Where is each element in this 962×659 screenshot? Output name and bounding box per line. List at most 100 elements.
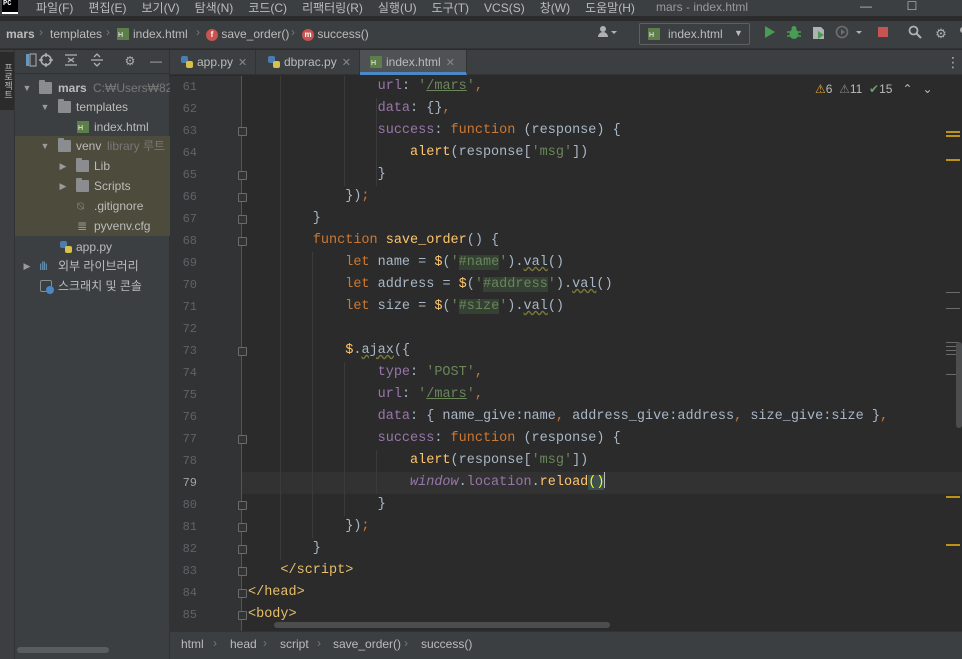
menu-help[interactable]: 도움말(H) xyxy=(585,0,635,16)
fold-marker-icon[interactable] xyxy=(238,193,247,202)
weak-warning-marker[interactable] xyxy=(946,292,960,293)
tree-item-gitignore[interactable]: ⍉ .gitignore xyxy=(15,196,170,216)
code-line: alert(response['msg']) xyxy=(410,453,589,468)
menu-navigate[interactable]: 탐색(N) xyxy=(195,0,234,16)
user-icon[interactable] xyxy=(594,25,620,43)
fold-marker-icon[interactable] xyxy=(238,501,247,510)
menu-bar: PC 파일(F) 편집(E) 보기(V) 탐색(N) 코드(C) 리팩터링(R)… xyxy=(0,0,962,16)
project-view-icon[interactable] xyxy=(23,53,39,69)
function-icon: f xyxy=(206,28,218,41)
menu-view[interactable]: 보기(V) xyxy=(141,0,179,16)
horizontal-scrollbar[interactable] xyxy=(17,647,109,653)
close-icon[interactable]: ✕ xyxy=(446,57,455,69)
breadcrumb-folder[interactable]: templates xyxy=(50,27,102,41)
breadcrumb-success[interactable]: success() xyxy=(421,637,472,651)
tab-app-py[interactable]: app.py ✕ xyxy=(170,50,256,75)
vertical-scrollbar-thumb[interactable] xyxy=(956,342,962,428)
breadcrumb-head[interactable]: head xyxy=(230,637,257,651)
tree-item-project-root[interactable]: ▼ mars C:₩Users₩821 xyxy=(15,78,170,98)
breadcrumb-function[interactable]: f save_order() xyxy=(206,27,289,41)
close-icon[interactable]: ✕ xyxy=(342,57,351,69)
maximize-button[interactable]: ☐ xyxy=(902,0,922,14)
breadcrumb-method[interactable]: m success() xyxy=(302,27,369,41)
more-tabs-icon[interactable]: ⋮ xyxy=(946,54,960,71)
settings-icon[interactable]: ⚙ xyxy=(932,25,950,43)
menu-refactor[interactable]: 리팩터링(R) xyxy=(302,0,363,16)
line-number: 74 xyxy=(182,366,197,380)
breadcrumb-chevron-icon: › xyxy=(39,25,43,39)
tree-item-scratches[interactable]: 스크래치 및 콘솔 xyxy=(15,276,170,296)
tool-window-strip: 프로젝트 xyxy=(0,50,15,659)
stop-icon[interactable] xyxy=(874,25,892,43)
collapse-all-icon[interactable] xyxy=(63,53,79,69)
tree-item-venv[interactable]: ▼ venv library 루트 xyxy=(15,136,170,156)
profile-icon[interactable] xyxy=(834,25,864,43)
fold-marker-icon[interactable] xyxy=(238,127,247,136)
fold-marker-icon[interactable] xyxy=(238,347,247,356)
inspection-widget[interactable]: ⚠6 ⚠11 ✔15 ⌃ ⌄ xyxy=(815,78,933,100)
fold-marker-icon[interactable] xyxy=(238,435,247,444)
warning-marker[interactable] xyxy=(946,135,960,137)
method-icon: m xyxy=(302,28,314,41)
tree-item-scripts[interactable]: ▶ Scripts xyxy=(15,176,170,196)
run-configuration-select[interactable]: index.html ▼ xyxy=(639,23,750,45)
fold-marker-icon[interactable] xyxy=(238,523,247,532)
library-icon: ıllı xyxy=(39,259,48,273)
fold-marker-icon[interactable] xyxy=(238,567,247,576)
breadcrumb-script[interactable]: script xyxy=(280,637,309,651)
locate-file-icon[interactable] xyxy=(38,53,54,69)
hide-panel-icon[interactable]: — xyxy=(148,53,164,69)
next-highlight-icon[interactable]: ⌄ xyxy=(923,82,933,96)
breadcrumb-project[interactable]: mars xyxy=(6,27,35,41)
tree-item-lib[interactable]: ▶ Lib xyxy=(15,156,170,176)
chevron-down-icon: ▼ xyxy=(40,141,50,151)
fold-marker-icon[interactable] xyxy=(238,215,247,224)
text-caret xyxy=(604,472,606,488)
tree-item-external-libraries[interactable]: ▶ ıllı 외부 라이브러리 xyxy=(15,256,170,276)
warning-marker[interactable] xyxy=(946,496,960,498)
tab-dbprac-py[interactable]: dbprac.py ✕ xyxy=(256,50,360,75)
breadcrumb-file[interactable]: index.html xyxy=(117,27,188,41)
menu-vcs[interactable]: VCS(S) xyxy=(484,0,525,16)
tree-item-index-html[interactable]: index.html xyxy=(15,117,170,137)
fold-marker-icon[interactable] xyxy=(238,237,247,246)
warning-marker[interactable] xyxy=(946,131,960,133)
menu-tools[interactable]: 도구(T) xyxy=(432,0,469,16)
minimize-button[interactable]: — xyxy=(856,0,876,14)
pycharm-logo-icon: PC xyxy=(0,0,22,16)
close-icon[interactable]: ✕ xyxy=(238,57,247,69)
fold-marker-icon[interactable] xyxy=(238,171,247,180)
error-stripe[interactable] xyxy=(946,102,962,631)
project-tool-tab[interactable]: 프로젝트 xyxy=(0,52,14,110)
breadcrumb-save-order[interactable]: save_order() xyxy=(333,637,401,651)
fold-marker-icon[interactable] xyxy=(238,589,247,598)
debug-icon[interactable] xyxy=(785,25,803,43)
weak-warning-marker[interactable] xyxy=(946,308,960,309)
warning-marker[interactable] xyxy=(946,544,960,546)
previous-highlight-icon[interactable]: ⌃ xyxy=(902,82,912,96)
breadcrumb-html[interactable]: html xyxy=(181,637,204,651)
line-number: 80 xyxy=(182,498,197,512)
menu-run[interactable]: 실행(U) xyxy=(378,0,417,16)
expand-all-icon[interactable] xyxy=(89,53,105,69)
project-panel-toolbar: ⚙ — xyxy=(15,50,170,74)
tree-item-templates[interactable]: ▼ templates xyxy=(15,97,170,117)
settings-icon[interactable]: ⚙ xyxy=(122,53,138,69)
code-with-me-icon[interactable] xyxy=(956,25,962,43)
search-icon[interactable] xyxy=(906,25,924,43)
tree-item-app-py[interactable]: app.py xyxy=(15,237,170,257)
tab-index-html[interactable]: index.html✕ xyxy=(360,50,467,75)
fold-marker-icon[interactable] xyxy=(238,545,247,554)
code-editor[interactable]: 61 62 63 64 65 66 67 68 69 70 71 72 73 7… xyxy=(170,76,962,631)
warning-marker[interactable] xyxy=(946,159,960,161)
menu-code[interactable]: 코드(C) xyxy=(248,0,287,16)
coverage-icon[interactable] xyxy=(810,25,828,43)
horizontal-scrollbar[interactable] xyxy=(274,622,610,628)
tree-item-pyvenv-cfg[interactable]: ≣ pyvenv.cfg xyxy=(15,216,170,236)
menu-edit[interactable]: 편집(E) xyxy=(88,0,126,16)
menu-window[interactable]: 창(W) xyxy=(540,0,570,16)
current-line-number: 79 xyxy=(182,476,197,490)
menu-file[interactable]: 파일(F) xyxy=(36,0,73,16)
fold-marker-icon[interactable] xyxy=(238,611,247,620)
run-icon[interactable] xyxy=(760,25,778,43)
